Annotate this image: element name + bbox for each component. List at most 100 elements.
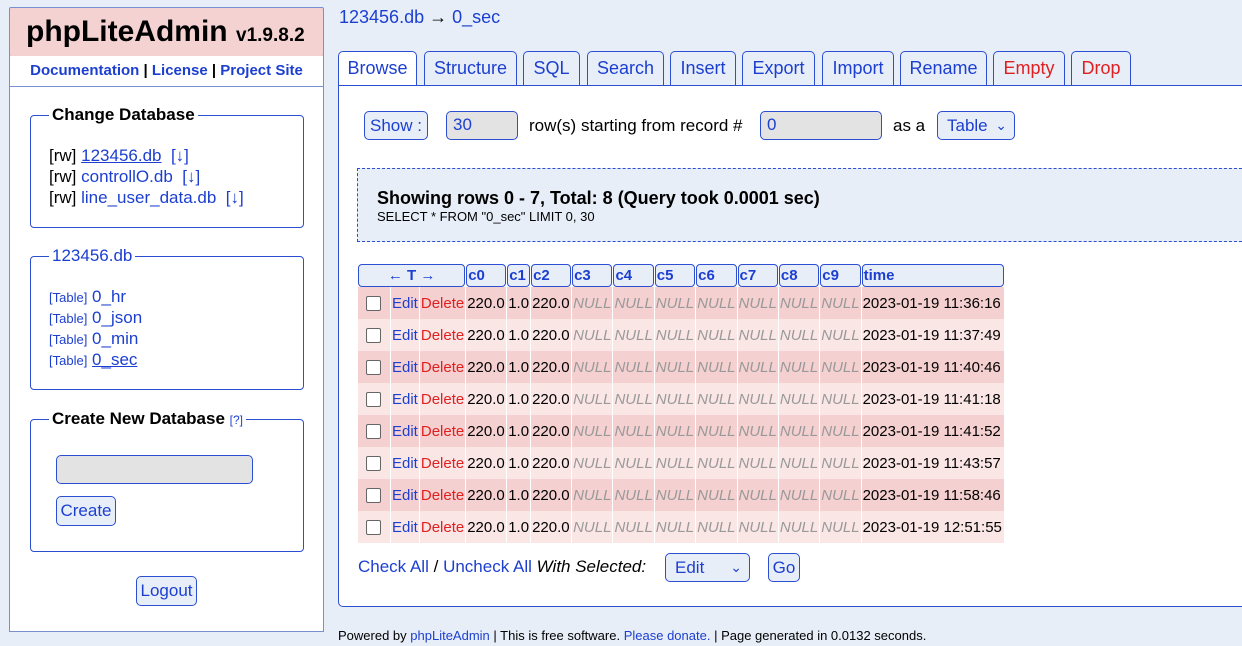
table-tag: [Table] [49,311,88,326]
view-type-select[interactable]: Table ⌄ [937,111,1015,140]
chevron-down-icon: ⌄ [995,117,1007,133]
download-icon[interactable]: [↓] [182,167,200,186]
download-icon[interactable]: [↓] [226,188,244,207]
separator: / [433,557,439,576]
column-header[interactable]: c1 [507,264,531,287]
column-header[interactable]: c7 [737,264,778,287]
current-db-legend[interactable]: 123456.db [49,246,136,266]
row-checkbox[interactable] [366,488,381,504]
edit-link[interactable]: Edit [391,319,419,351]
db-mode: [rw] [49,188,77,207]
edit-link[interactable]: Edit [391,479,419,511]
row-checkbox[interactable] [366,296,381,312]
edit-link[interactable]: Edit [391,351,419,383]
delete-link[interactable]: Delete [419,415,466,447]
edit-link[interactable]: Edit [391,287,419,319]
create-database-legend: Create New Database [?] [49,409,246,429]
column-header[interactable]: c2 [531,264,572,287]
uncheck-all-link[interactable]: Uncheck All [443,557,532,576]
table-row: Edit Delete 220.0 1.0 220.0 NULL NULL NULL NULL N… [358,351,1004,383]
show-button[interactable]: Show : [364,111,428,140]
row-checkbox[interactable] [366,456,381,472]
column-header[interactable]: c9 [820,264,861,287]
table-link-0-min[interactable]: 0_min [92,329,138,348]
database-link-123456[interactable]: 123456.db [81,146,161,165]
table-link-0-sec[interactable]: 0_sec [92,350,137,369]
phpliteadmin-link[interactable]: phpLiteAdmin [410,628,490,643]
row-checkbox[interactable] [366,360,381,376]
table-link-0-json[interactable]: 0_json [92,308,142,327]
column-header[interactable]: c5 [654,264,696,287]
delete-link[interactable]: Delete [419,383,466,415]
new-database-input[interactable] [56,455,253,484]
tab-search[interactable]: Search [587,51,664,85]
delete-link[interactable]: Delete [419,351,466,383]
rows-count-input[interactable]: 30 [446,111,518,140]
tab-import[interactable]: Import [822,51,894,85]
db-mode: [rw] [49,167,77,186]
check-all-link[interactable]: Check All [358,557,429,576]
column-header[interactable]: time [861,264,1004,287]
documentation-link[interactable]: Documentation [30,62,139,79]
sidebar-panel: Documentation | License | Project Site C… [9,56,324,632]
bulk-action-select[interactable]: Edit ⌄ [665,553,750,582]
column-header[interactable]: c3 [572,264,613,287]
row-checkbox[interactable] [366,424,381,440]
database-link-controllo[interactable]: controllO.db [81,167,173,186]
edit-link[interactable]: Edit [391,415,419,447]
table-cell: 220.0 [531,415,572,447]
help-link[interactable]: [?] [230,413,243,427]
chevron-down-icon: ⌄ [730,559,742,575]
with-selected-label: With Selected: [536,557,647,576]
tab-structure[interactable]: Structure [424,51,517,85]
tab-rename[interactable]: Rename [900,51,987,85]
table-cell: NULL [737,447,778,479]
breadcrumb-table-link[interactable]: 0_sec [452,7,500,27]
tab-drop[interactable]: Drop [1071,51,1131,85]
row-checkbox-cell [358,319,390,351]
row-checkbox[interactable] [366,520,381,536]
table-body: Edit Delete 220.0 1.0 220.0 NULL NULL NULL NULL N… [358,287,1004,543]
sort-header[interactable]: ← T → [358,264,466,287]
delete-link[interactable]: Delete [419,511,466,543]
license-link[interactable]: License [152,62,208,79]
donate-link[interactable]: Please donate. [624,628,711,643]
breadcrumb-db-link[interactable]: 123456.db [339,7,424,27]
row-checkbox[interactable] [366,392,381,408]
delete-link[interactable]: Delete [419,447,466,479]
database-link-line-user-data[interactable]: line_user_data.db [81,188,216,207]
table-link-0-hr[interactable]: 0_hr [92,287,126,306]
edit-link[interactable]: Edit [391,511,419,543]
row-checkbox-cell [358,447,390,479]
edit-link[interactable]: Edit [391,447,419,479]
tab-empty[interactable]: Empty [993,51,1065,85]
tab-export[interactable]: Export [742,51,815,85]
column-header[interactable]: c4 [613,264,654,287]
footer-text: Powered by [338,628,407,643]
column-header[interactable]: c8 [778,264,820,287]
tab-insert[interactable]: Insert [670,51,736,85]
start-record-input[interactable]: 0 [760,111,882,140]
logo-header: phpLiteAdmin v1.9.8.2 [9,7,324,57]
project-site-link[interactable]: Project Site [220,62,303,79]
database-item: [rw] 123456.db [↓] [49,146,189,166]
delete-link[interactable]: Delete [419,479,466,511]
column-header[interactable]: c6 [696,264,737,287]
delete-link[interactable]: Delete [419,319,466,351]
tab-sql[interactable]: SQL [523,51,580,85]
edit-link[interactable]: Edit [391,383,419,415]
table-cell: 2023-01-19 11:41:18 [861,383,1004,415]
create-button[interactable]: Create [56,496,116,526]
go-button[interactable]: Go [768,553,800,582]
download-icon[interactable]: [↓] [171,146,189,165]
table-cell: 220.0 [466,383,507,415]
separator: | [211,62,217,79]
row-checkbox[interactable] [366,328,381,344]
table-cell: NULL [737,287,778,319]
column-header[interactable]: c0 [466,264,507,287]
tab-browse[interactable]: Browse [338,51,417,86]
logout-button[interactable]: Logout [136,576,197,606]
delete-link[interactable]: Delete [419,287,466,319]
table-cell: NULL [613,351,654,383]
table-cell: 2023-01-19 12:51:55 [861,511,1004,543]
